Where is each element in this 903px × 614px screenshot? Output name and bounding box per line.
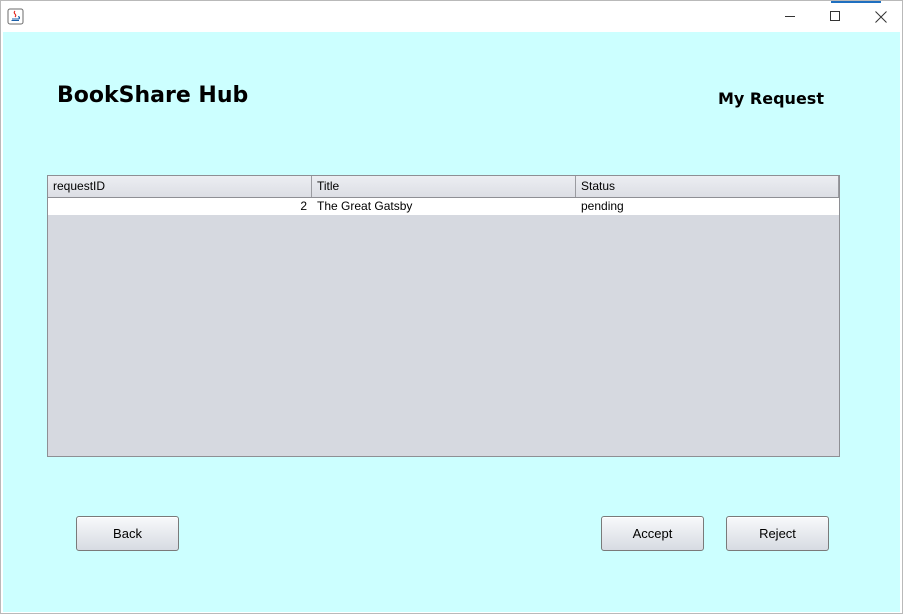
page-title: My Request xyxy=(718,89,824,108)
column-header-title[interactable]: Title xyxy=(312,176,576,197)
title-bar[interactable] xyxy=(1,1,902,32)
column-header-requestid[interactable]: requestID xyxy=(48,176,312,197)
cell-request-id[interactable]: 2 xyxy=(48,198,312,215)
close-button[interactable] xyxy=(858,1,903,32)
minimize-button[interactable] xyxy=(767,1,813,32)
accept-button[interactable]: Accept xyxy=(601,516,704,551)
requests-table[interactable]: requestID Title Status 2 The Great Gatsb… xyxy=(47,175,840,457)
table-row[interactable]: 2 The Great Gatsby pending xyxy=(48,198,839,215)
maximize-icon xyxy=(829,11,841,22)
column-header-status[interactable]: Status xyxy=(576,176,839,197)
app-window: BookShare Hub My Request requestID Title… xyxy=(0,0,903,614)
cell-title[interactable]: The Great Gatsby xyxy=(312,198,576,215)
java-icon[interactable] xyxy=(7,8,24,25)
app-title: BookShare Hub xyxy=(57,83,249,108)
main-panel: BookShare Hub My Request requestID Title… xyxy=(3,32,900,612)
reject-button[interactable]: Reject xyxy=(726,516,829,551)
minimize-icon xyxy=(784,11,796,22)
close-icon xyxy=(875,10,887,23)
table-header: requestID Title Status xyxy=(48,176,839,198)
cell-status[interactable]: pending xyxy=(576,198,839,215)
back-button[interactable]: Back xyxy=(76,516,179,551)
maximize-button[interactable] xyxy=(812,1,858,32)
table-body: 2 The Great Gatsby pending xyxy=(48,198,839,215)
